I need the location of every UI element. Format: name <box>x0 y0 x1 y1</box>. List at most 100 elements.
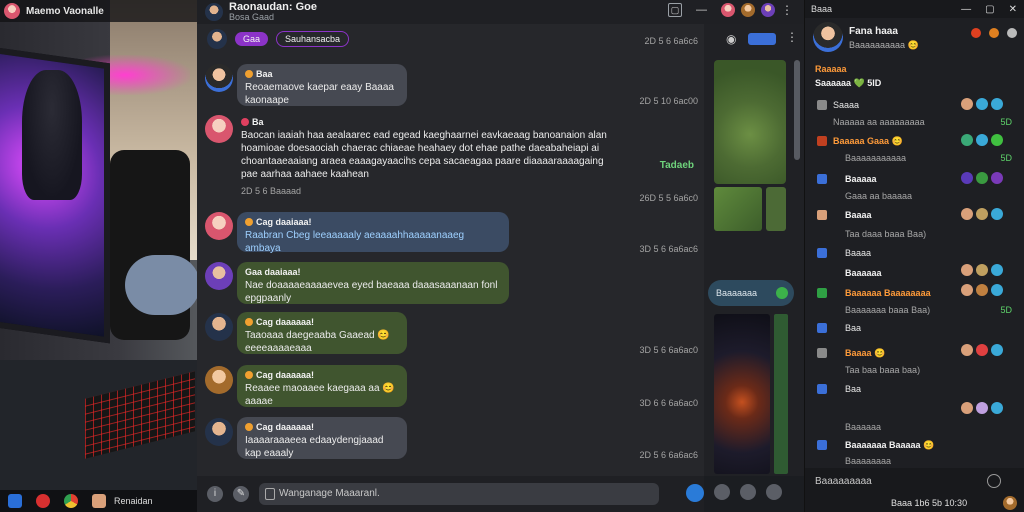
avatar[interactable] <box>205 366 233 394</box>
profile-avatar[interactable] <box>813 22 843 52</box>
section-title: Raaaaa <box>815 64 847 74</box>
message-input[interactable]: Wanganage Maaaranl. <box>259 483 659 505</box>
clock: Baaa 1b6 5b 10:30 <box>891 498 968 508</box>
attach-icon[interactable]: ✎ <box>233 486 249 502</box>
pinned-chip[interactable]: Gaa <box>235 32 269 46</box>
sidebar-row-label[interactable]: Baaaaaaa Baaaaa 😊 <box>845 440 934 451</box>
minimize-icon[interactable]: — <box>696 4 707 16</box>
section-subtitle: Saaaaaa 💚 5lD <box>815 78 882 88</box>
clipboard-icon <box>265 488 275 500</box>
channel-icon <box>817 174 827 184</box>
add-icon[interactable] <box>987 474 1001 488</box>
close-icon[interactable]: ✕ <box>1009 4 1017 15</box>
media-thumbnail[interactable] <box>714 314 770 474</box>
emoji-icon[interactable] <box>714 484 730 500</box>
send-icon[interactable] <box>686 484 704 502</box>
sidebar-row-label[interactable]: Baaaaa <box>845 174 877 184</box>
avatar[interactable] <box>205 115 233 143</box>
sidebar-row-label[interactable]: Baaaa 😊 <box>845 348 885 359</box>
avatar[interactable] <box>205 313 233 341</box>
message-composer: i ✎ Wanganage Maaaranl. <box>197 476 704 512</box>
eye-icon[interactable]: ◉ <box>726 32 736 46</box>
pinned-avatar <box>207 29 227 49</box>
sidebar-row-label[interactable]: Baaaaaa <box>845 268 882 278</box>
pinned-chip[interactable]: Sauhansacba <box>276 31 350 47</box>
sidebar-row-label[interactable]: Baa <box>845 323 861 333</box>
avatar[interactable] <box>205 418 233 446</box>
chat-app-icon[interactable] <box>92 494 106 508</box>
participant-avatar[interactable] <box>721 3 735 17</box>
user-avatar[interactable] <box>1003 496 1017 510</box>
message-text: Raabran Cbeg leeaaaaaly aeaaaahhaaaaanaa… <box>245 230 465 254</box>
message-sender: Cag daaaaaa! <box>245 369 399 382</box>
sidebar-row-sub: Baaaaaaa baaa Baa) <box>845 305 931 315</box>
message-block: Ba Baocan iaaiah haa aealaarec ead egead… <box>241 116 641 198</box>
message-timestamp: 3D 5 6 6a6ac6 <box>639 244 698 254</box>
more-icon[interactable]: ⋮ <box>786 30 798 44</box>
message-bubble: Cag daaaaaa! Reaaee maoaaee kaegaaa aa 😊… <box>237 365 407 407</box>
sidebar-row-label[interactable]: Baaaaa Gaaa 😊 <box>833 136 903 147</box>
sidebar-row-label[interactable]: Baaaa <box>845 248 871 258</box>
pinned-bar: Gaa Sauhansacba 2D 5 6 6a6c6 <box>197 24 704 54</box>
emoji-row <box>961 284 1003 296</box>
emoji-row <box>961 98 1003 110</box>
sidebar-row-sub: Baaaaaaaaaaa <box>845 153 907 163</box>
sidebar-row-label[interactable]: Baa <box>845 384 861 394</box>
taskbar-app-label: Renaidan <box>114 496 153 506</box>
sticker-icon[interactable] <box>766 484 782 500</box>
media-app-icon[interactable] <box>36 494 50 508</box>
profile-name: Fana haaa <box>849 26 898 37</box>
pinned-timestamp: 2D 5 6 6a6c6 <box>644 36 698 46</box>
chat-avatar-icon[interactable] <box>205 3 223 21</box>
message-sender: Ba <box>241 116 641 129</box>
media-thumbnail[interactable] <box>714 187 762 231</box>
media-panel: ◉ ⋮ Baaaaaaa <box>704 24 804 476</box>
channel-icon <box>817 384 827 394</box>
avatar[interactable] <box>205 64 233 92</box>
media-thumbnail[interactable] <box>766 187 786 231</box>
headset-icon[interactable] <box>989 28 999 38</box>
settings-icon[interactable] <box>1007 28 1017 38</box>
message-link[interactable]: Tadaeb <box>660 160 694 171</box>
participant-avatar[interactable] <box>761 3 775 17</box>
browser-icon[interactable] <box>64 494 78 508</box>
count-badge: 5D <box>1000 305 1012 315</box>
chat-window: Raonaudan: Goe Bosa Gaad Gaa Sauhansacba… <box>197 0 804 512</box>
channel-icon <box>817 288 827 298</box>
channel-icon <box>817 323 827 333</box>
chat-title: Raonaudan: Goe <box>229 1 318 13</box>
count-badge: 5D <box>1000 153 1012 163</box>
header-toolbar: ▢ — ⋮ <box>668 3 793 17</box>
message-timestamp: 2D 5 6 6a6ac6 <box>639 450 698 460</box>
emoji-row <box>961 172 1003 184</box>
media-thumbnail[interactable] <box>774 314 788 474</box>
media-thumbnail[interactable] <box>714 60 786 184</box>
message-sender: Cag daaaaaa! <box>245 421 399 434</box>
participant-avatar[interactable] <box>741 3 755 17</box>
profile-status: Baaaaaaaaaa 😊 <box>849 40 919 50</box>
more-icon[interactable]: ⋮ <box>781 3 793 17</box>
message-bubble: Baa Reoaemaove kaepar eaay Baaaa kaonaap… <box>237 64 407 106</box>
avatar[interactable] <box>205 212 233 240</box>
sidebar-row-sub: Taa daaa baaa Baa) <box>845 229 927 239</box>
channel-icon <box>817 100 827 110</box>
info-icon[interactable]: i <box>207 486 223 502</box>
window-icon[interactable]: ▢ <box>668 3 682 17</box>
maximize-icon[interactable]: ▢ <box>985 4 994 15</box>
window-chip[interactable]: Maemo Vaonalle <box>0 0 197 22</box>
media-badge[interactable]: Baaaaaaa <box>708 280 794 306</box>
avatar[interactable] <box>205 262 233 290</box>
mute-icon[interactable] <box>971 28 981 38</box>
minimize-icon[interactable]: — <box>961 4 971 15</box>
gif-icon[interactable] <box>740 484 756 500</box>
profile-card[interactable]: Fana haaa Baaaaaaaaaa 😊 <box>813 22 1023 56</box>
channel-icon <box>817 440 827 450</box>
channel-icon <box>817 348 827 358</box>
sidebar-row-label[interactable]: Baaaa <box>845 210 872 220</box>
media-toggle[interactable] <box>748 33 776 45</box>
composer-actions <box>686 484 782 502</box>
scrollbar[interactable] <box>794 60 800 160</box>
sidebar-row-label[interactable]: Baaaaaa Baaaaaaaa <box>845 288 931 298</box>
start-icon[interactable] <box>8 494 22 508</box>
sidebar-row-label[interactable]: Saaaa <box>833 100 859 110</box>
